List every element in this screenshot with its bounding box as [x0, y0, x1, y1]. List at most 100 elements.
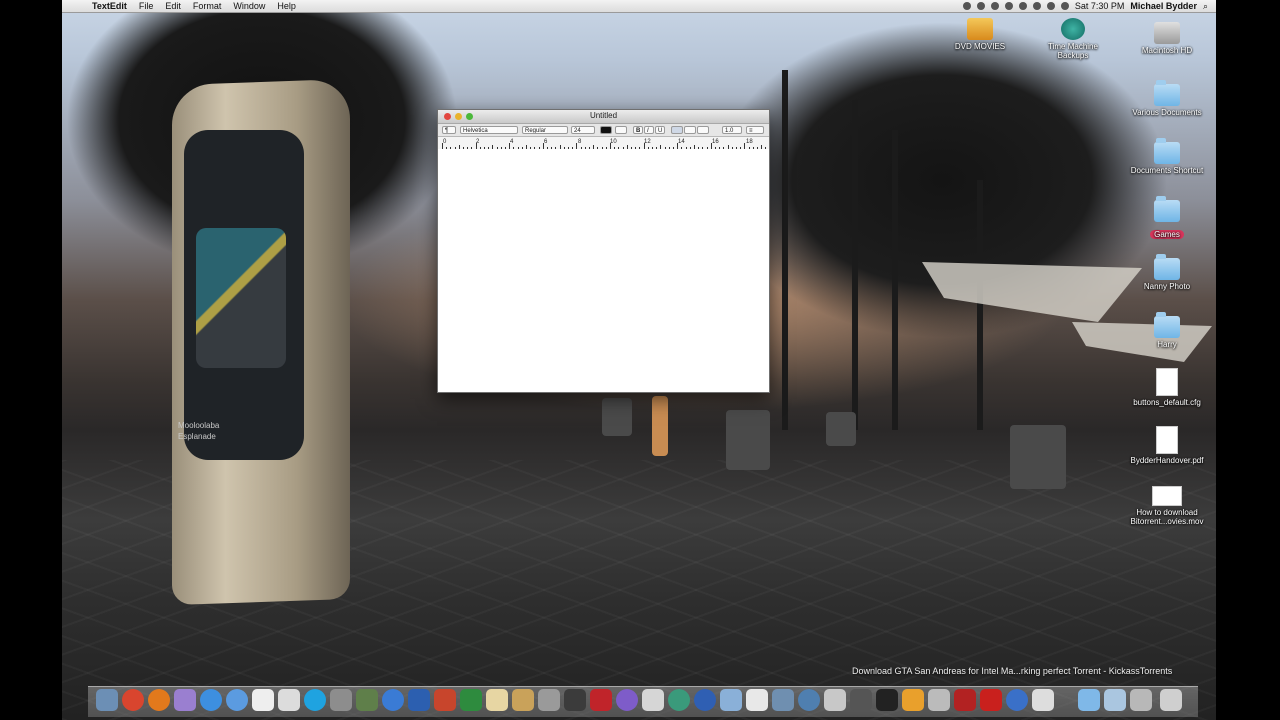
finder-icon[interactable]: [96, 689, 118, 711]
bluetooth-icon[interactable]: [1018, 2, 1027, 10]
menu-extras: Sat 7:30 PM Michael Bydder ⌕: [962, 0, 1208, 12]
itunes-icon[interactable]: [226, 689, 248, 711]
time-machine-status-icon[interactable]: [1004, 2, 1013, 10]
desktop-icon-buttons-cfg[interactable]: buttons_default.cfg: [1122, 368, 1212, 407]
app-icon[interactable]: [668, 689, 690, 711]
underline-button[interactable]: U: [655, 126, 665, 134]
font-style-select[interactable]: Regular: [522, 126, 568, 134]
app-icon[interactable]: [720, 689, 742, 711]
automator-icon[interactable]: [642, 689, 664, 711]
align-center-button[interactable]: [684, 126, 696, 134]
document-icon[interactable]: [1032, 689, 1054, 711]
volume-icon[interactable]: [1046, 2, 1055, 10]
usb-drive-icon: [967, 18, 993, 40]
desktop-icon-label: Harry: [1157, 340, 1177, 349]
menu-file[interactable]: File: [139, 1, 154, 11]
spotlight-icon[interactable]: ⌕: [1203, 1, 1208, 12]
desktop-icon-time-machine[interactable]: Time Machine Backups: [1028, 18, 1118, 60]
photo-booth-icon[interactable]: [590, 689, 612, 711]
align-right-button[interactable]: [697, 126, 709, 134]
app-icon[interactable]: [798, 689, 820, 711]
desktop-icon-macintosh-hd[interactable]: Macintosh HD: [1122, 22, 1212, 55]
ruler-number: 8: [578, 139, 582, 145]
app-icon[interactable]: [850, 689, 872, 711]
document-text-area[interactable]: [438, 149, 769, 392]
app-icon[interactable]: [1006, 689, 1028, 711]
sonos-icon[interactable]: [876, 689, 898, 711]
menu-format[interactable]: Format: [193, 1, 222, 11]
trash-icon[interactable]: [1160, 689, 1182, 711]
desktop-icon-documents-shortcut[interactable]: Documents Shortcut: [1122, 138, 1212, 175]
documents-stack-icon[interactable]: [1104, 689, 1126, 711]
acrobat-icon[interactable]: [980, 689, 1002, 711]
bollard: [602, 398, 632, 436]
app-store-icon[interactable]: [200, 689, 222, 711]
menu-edit[interactable]: Edit: [165, 1, 181, 11]
calculator-icon[interactable]: [746, 689, 768, 711]
desktop-icon-nanny-photo[interactable]: Nanny Photo: [1122, 254, 1212, 291]
word-icon[interactable]: [408, 689, 430, 711]
wifi-icon[interactable]: [1032, 2, 1041, 10]
globe-icon[interactable]: [382, 689, 404, 711]
desktop-icon-label: Various Documents: [1132, 108, 1202, 117]
desktop-icon-bydder-handover-pdf[interactable]: BydderHandover.pdf: [1122, 426, 1212, 465]
excel-icon[interactable]: [460, 689, 482, 711]
app-icon[interactable]: [616, 689, 638, 711]
quicktime-icon[interactable]: [564, 689, 586, 711]
folder-icon: [1154, 80, 1180, 106]
app-icon[interactable]: [928, 689, 950, 711]
status-icon[interactable]: [976, 2, 985, 10]
preview-icon[interactable]: [512, 689, 534, 711]
firefox-icon[interactable]: [148, 689, 170, 711]
system-preferences-icon[interactable]: [538, 689, 560, 711]
applications-folder-icon[interactable]: [1078, 689, 1100, 711]
powerpoint-icon[interactable]: [434, 689, 456, 711]
skype-icon[interactable]: [304, 689, 326, 711]
desktop-icon-dvd-movies[interactable]: DVD MOVIES: [935, 18, 1025, 51]
activity-monitor-icon[interactable]: [772, 689, 794, 711]
vlc-icon[interactable]: [902, 689, 924, 711]
window-titlebar[interactable]: Untitled: [438, 110, 769, 124]
status-icon[interactable]: [990, 2, 999, 10]
apple-menu-icon[interactable]: [74, 1, 84, 11]
highlight-color-well[interactable]: [615, 126, 627, 134]
list-bullets-select[interactable]: ≡: [746, 126, 764, 134]
textedit-icon[interactable]: [486, 689, 508, 711]
battery-icon[interactable]: [1060, 2, 1069, 10]
desktop-icon-label: How to download Bitorrent...ovies.mov: [1130, 508, 1204, 526]
downloads-stack-icon[interactable]: [1130, 689, 1152, 711]
hard-drive-icon: [1154, 22, 1180, 44]
paragraph-style-menu[interactable]: ¶: [442, 126, 456, 134]
image-capture-icon[interactable]: [824, 689, 846, 711]
italic-button[interactable]: I: [644, 126, 654, 134]
app-icon[interactable]: [356, 689, 378, 711]
cone-post: [652, 396, 668, 456]
menu-bar: TextEdit File Edit Format Window Help Sa…: [62, 0, 1216, 13]
desktop-icon-harry[interactable]: Harry: [1122, 312, 1212, 349]
desktop-icon-games[interactable]: Games: [1122, 196, 1212, 242]
menu-help[interactable]: Help: [277, 1, 296, 11]
menu-app-name[interactable]: TextEdit: [92, 1, 127, 11]
text-color-well[interactable]: [600, 126, 612, 134]
desktop-icon-various-documents[interactable]: Various Documents: [1122, 80, 1212, 117]
font-size-select[interactable]: 24: [571, 126, 595, 134]
notes-icon[interactable]: [278, 689, 300, 711]
time-machine-icon: [1061, 18, 1085, 40]
document-icon: [1156, 368, 1178, 396]
app-icon[interactable]: [694, 689, 716, 711]
calendar-icon[interactable]: [252, 689, 274, 711]
desktop-icon-how-to-download-mov[interactable]: How to download Bitorrent...ovies.mov: [1122, 486, 1212, 526]
app-icon[interactable]: [954, 689, 976, 711]
bold-button[interactable]: B: [633, 126, 643, 134]
compass-icon[interactable]: [330, 689, 352, 711]
menu-window[interactable]: Window: [233, 1, 265, 11]
font-family-select[interactable]: Helvetica: [460, 126, 518, 134]
align-left-button[interactable]: [671, 126, 683, 134]
menu-user[interactable]: Michael Bydder: [1130, 1, 1197, 11]
status-icon[interactable]: [962, 2, 971, 10]
menu-clock[interactable]: Sat 7:30 PM: [1075, 1, 1125, 11]
messages-icon[interactable]: [174, 689, 196, 711]
line-spacing-select[interactable]: 1.0: [722, 126, 742, 134]
torrent-notification: Download GTA San Andreas for Intel Ma...…: [852, 666, 1173, 676]
chrome-icon[interactable]: [122, 689, 144, 711]
